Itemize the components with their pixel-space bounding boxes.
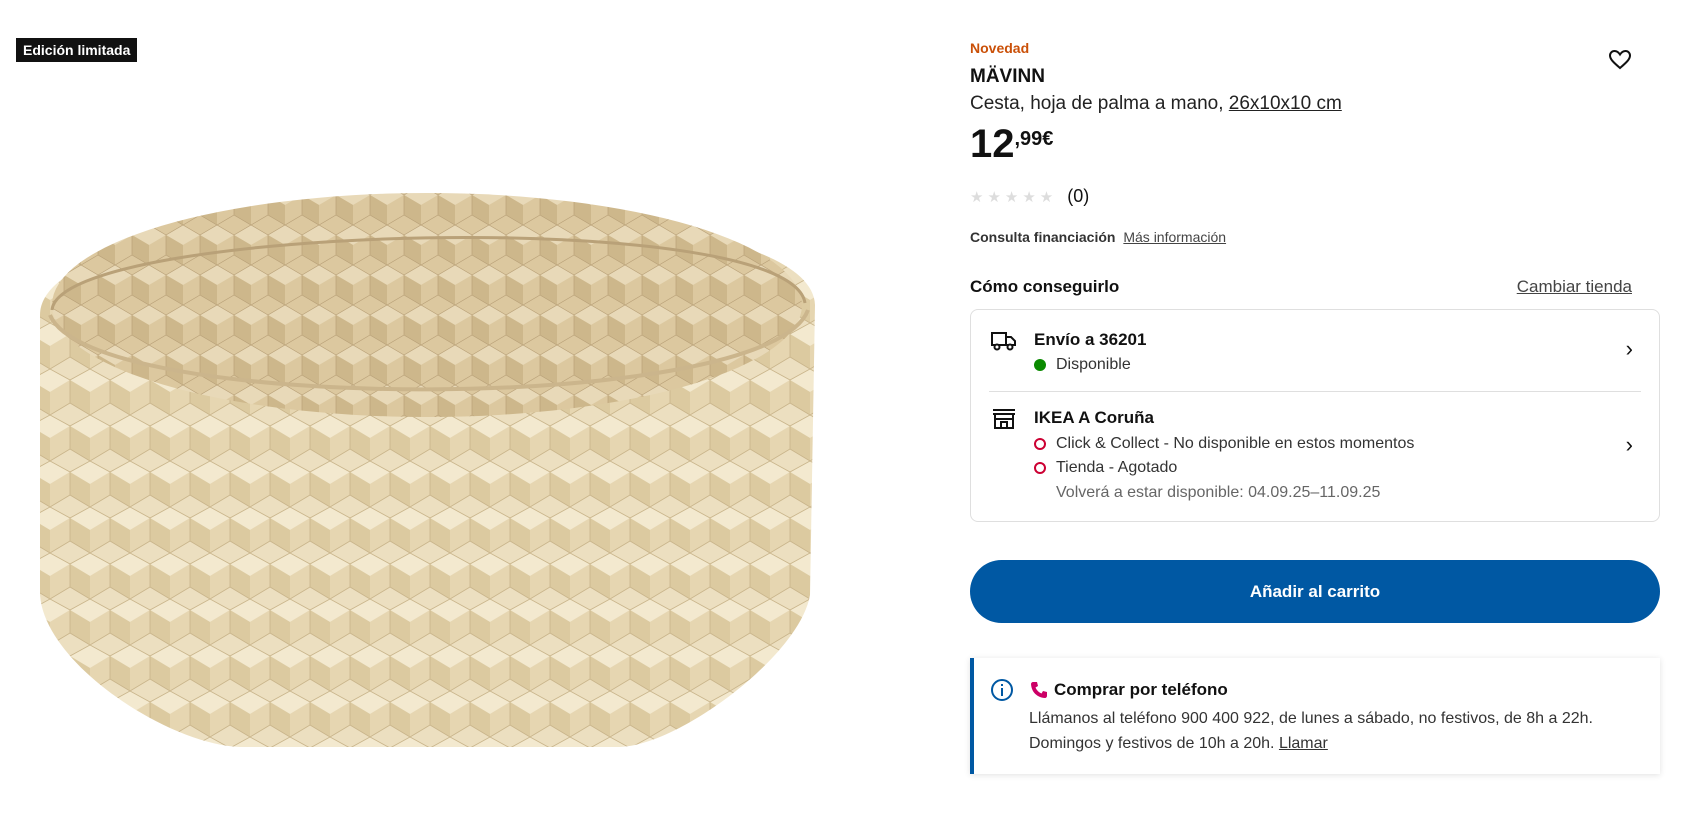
call-link[interactable]: Llamar [1279, 735, 1328, 752]
financing: Consulta financiación Más información [970, 229, 1226, 245]
info-icon [991, 679, 1013, 701]
financing-label: Consulta financiación [970, 229, 1116, 245]
phone-order-title-text: Comprar por teléfono [1054, 680, 1228, 699]
availability-heading: Cómo conseguirlo [970, 277, 1120, 296]
rating[interactable]: ★★★★★ (0) [970, 186, 1089, 207]
phone-icon [1031, 682, 1047, 698]
chevron-right-icon: › [1625, 432, 1633, 457]
delivery-status: Disponible [1034, 356, 1131, 374]
financing-more-info-link[interactable]: Más información [1123, 229, 1226, 245]
delivery-row[interactable]: Envío a 36201 Disponible › [991, 330, 1639, 390]
price-integer: 12 [970, 122, 1015, 166]
delivery-title: Envío a 36201 [1034, 330, 1147, 349]
new-label: Novedad [970, 40, 1030, 56]
store-stock-text: Tienda - Agotado [1056, 459, 1178, 476]
rating-count: (0) [1067, 186, 1090, 206]
available-dot-icon [1034, 359, 1046, 371]
rating-stars-icon: ★★★★★ [970, 188, 1058, 206]
truck-icon [991, 332, 1016, 351]
product-size-link[interactable]: 26x10x10 cm [1229, 93, 1342, 114]
availability-card: Envío a 36201 Disponible › IKEA A Coruña… [970, 309, 1660, 522]
product-name: MÄVINN [970, 66, 1045, 87]
change-store-link[interactable]: Cambiar tienda [1517, 277, 1632, 297]
product-image[interactable] [30, 185, 850, 775]
store-icon [993, 409, 1015, 429]
product-price: 12,99€ [970, 122, 1053, 167]
store-stock-status: Tienda - Agotado [1034, 459, 1177, 477]
delivery-status-text: Disponible [1056, 356, 1131, 373]
restock-date: Volverá a estar disponible: 04.09.25–11.… [1056, 484, 1381, 501]
store-title: IKEA A Coruña [1034, 408, 1154, 427]
chevron-right-icon: › [1625, 336, 1633, 361]
store-row[interactable]: IKEA A Coruña Click & Collect - No dispo… [991, 408, 1639, 508]
add-to-cart-button[interactable]: Añadir al carrito [970, 560, 1660, 623]
product-description-text: Cesta, hoja de palma a mano, [970, 93, 1224, 114]
click-collect-status: Click & Collect - No disponible en estos… [1034, 435, 1414, 453]
divider [989, 391, 1641, 392]
limited-edition-badge: Edición limitada [16, 38, 138, 62]
unavailable-dot-icon [1034, 438, 1046, 450]
phone-order-box: Comprar por teléfono Llámanos al teléfon… [970, 658, 1660, 774]
price-decimal: ,99€ [1014, 127, 1054, 150]
unavailable-dot-icon [1034, 462, 1046, 474]
product-description: Cesta, hoja de palma a mano, 26x10x10 cm [970, 93, 1342, 115]
phone-order-text: Llámanos al teléfono 900 400 922, de lun… [1029, 706, 1640, 756]
favorite-heart-icon[interactable] [1608, 48, 1632, 72]
click-collect-text: Click & Collect - No disponible en estos… [1056, 435, 1415, 452]
phone-order-title: Comprar por teléfono [1030, 680, 1228, 700]
